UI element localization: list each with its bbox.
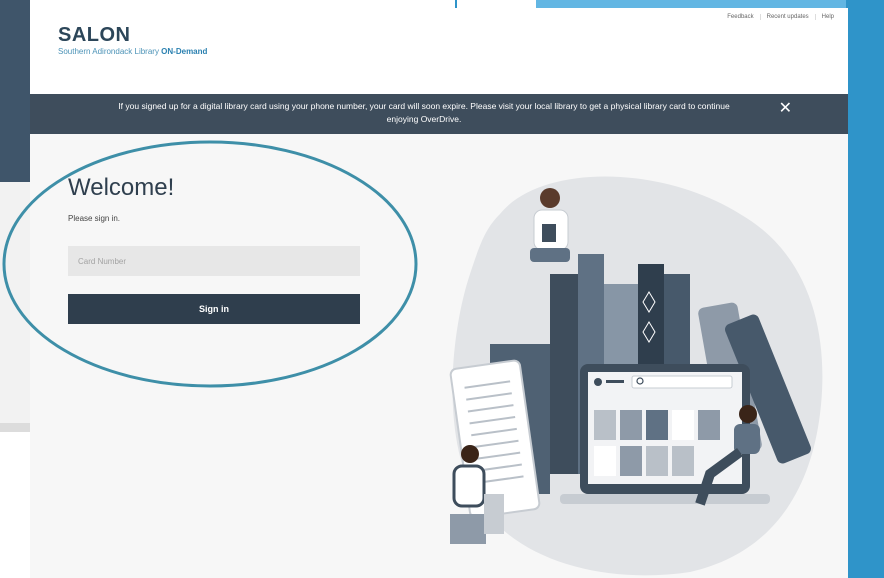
laptop-base — [560, 494, 770, 504]
screen-avatar — [594, 378, 602, 386]
top-links: Feedback Recent updates Help — [721, 14, 840, 20]
site-header: SALON Southern Adirondack Library ON-Dem… — [30, 8, 848, 94]
library-illustration — [449, 176, 823, 576]
book-shape — [550, 274, 578, 474]
banner-message: If you signed up for a digital library c… — [118, 101, 730, 124]
person-legs — [530, 248, 570, 262]
site-logo-title[interactable]: SALON — [58, 24, 131, 47]
recent-updates-link[interactable]: Recent updates — [759, 14, 815, 20]
person-legs — [484, 494, 504, 534]
background-light-strip — [536, 0, 846, 8]
subtitle-accent: ON-Demand — [161, 47, 208, 56]
screen-text — [606, 380, 624, 383]
screen-search-bar — [631, 375, 733, 389]
site-logo-subtitle: Southern Adirondack Library ON-Demand — [58, 47, 207, 56]
person-torso — [452, 464, 486, 508]
person-head — [739, 405, 757, 423]
person-head — [461, 445, 479, 463]
close-icon[interactable]: ✕ — [779, 101, 792, 117]
subtitle-prefix: Southern Adirondack Library — [58, 47, 162, 56]
person-head — [540, 188, 560, 208]
background-blue-panel — [846, 0, 884, 578]
tablet-shape — [542, 224, 556, 242]
expiry-notice-banner: If you signed up for a digital library c… — [30, 94, 848, 134]
seat-block — [450, 514, 486, 544]
help-link[interactable]: Help — [814, 14, 840, 20]
highlight-ellipse — [2, 140, 418, 388]
feedback-link[interactable]: Feedback — [721, 14, 759, 20]
